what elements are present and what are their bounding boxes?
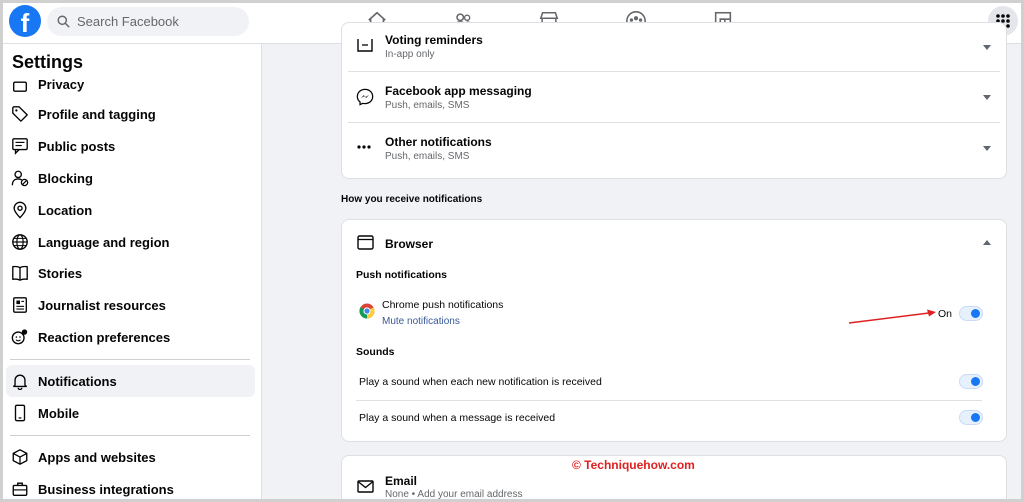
push-status-label: On xyxy=(938,308,953,320)
section-heading-receive: How you receive notifications xyxy=(341,194,483,205)
sidebar-item-apps-and-websites[interactable]: Apps and websites xyxy=(6,441,255,473)
email-subtitle: None • Add your email address xyxy=(385,489,523,500)
blocking-icon xyxy=(11,170,29,187)
sidebar-item-location[interactable]: Location xyxy=(6,194,255,226)
newspaper-icon xyxy=(13,297,27,313)
chevron-up-icon[interactable] xyxy=(983,240,991,245)
envelope-icon xyxy=(357,480,374,493)
sounds-heading: Sounds xyxy=(356,346,395,358)
sidebar-item-label: Apps and websites xyxy=(38,449,156,465)
settings-sidebar: Settings Privacy Profile and tagging Pub… xyxy=(0,44,262,502)
globe-icon xyxy=(12,234,28,250)
search-icon xyxy=(57,15,70,28)
business-icon xyxy=(12,482,28,496)
row-divider xyxy=(348,71,1000,72)
sidebar-item-label: Blocking xyxy=(38,170,93,186)
facebook-logo-icon[interactable]: f xyxy=(9,5,41,37)
sidebar-item-language-and-region[interactable]: Language and region xyxy=(6,226,255,258)
browser-card: Browser Push notifications Chrome push n… xyxy=(341,219,1007,442)
sidebar-item-stories[interactable]: Stories xyxy=(6,257,255,289)
sound-each-label: Play a sound when each new notification … xyxy=(359,376,602,388)
sidebar-item-label: Journalist resources xyxy=(38,297,166,313)
chevron-down-icon[interactable] xyxy=(983,45,991,50)
row-title-other-notifications: Other notifications xyxy=(385,135,492,149)
sidebar-item-label: Privacy xyxy=(38,76,85,92)
search-input[interactable] xyxy=(77,14,237,29)
watermark-text: © Techniquehow.com xyxy=(572,458,695,472)
sidebar-item-journalist-resources[interactable]: Journalist resources xyxy=(6,289,255,321)
sidebar-item-notifications[interactable]: Notifications xyxy=(6,365,255,397)
red-annotation-arrow xyxy=(848,309,936,324)
sidebar-item-privacy[interactable]: Privacy xyxy=(6,68,255,100)
sidebar-item-public-posts[interactable]: Public posts xyxy=(6,130,255,162)
sidebar-item-label: Public posts xyxy=(38,138,116,154)
sidebar-item-profile-and-tagging[interactable]: Profile and tagging xyxy=(6,98,255,130)
sidebar-item-label: Notifications xyxy=(38,373,117,389)
sidebar-item-label: Language and region xyxy=(38,234,170,250)
sound-message-toggle[interactable] xyxy=(959,410,983,425)
messenger-icon xyxy=(356,88,374,106)
reaction-icon xyxy=(11,329,28,345)
sidebar-item-label: Reaction preferences xyxy=(38,329,171,345)
browser-title: Browser xyxy=(385,237,434,251)
row-title-voting-reminders: Voting reminders xyxy=(385,33,483,47)
mute-notifications-link[interactable]: Mute notifications xyxy=(382,316,460,327)
row-subtitle: In-app only xyxy=(385,49,435,60)
public-posts-icon xyxy=(12,138,28,155)
tag-icon xyxy=(12,106,28,122)
sidebar-item-mobile[interactable]: Mobile xyxy=(6,397,255,429)
sidebar-item-label: Stories xyxy=(38,265,83,281)
chrome-push-label: Chrome push notifications xyxy=(382,299,504,311)
row-subtitle: Push, emails, SMS xyxy=(385,151,470,162)
sidebar-item-blocking[interactable]: Blocking xyxy=(6,162,255,194)
book-icon xyxy=(12,265,28,281)
sidebar-divider xyxy=(10,435,250,436)
phone-icon xyxy=(14,404,26,422)
sound-message-label: Play a sound when a message is received xyxy=(359,412,556,424)
search-box[interactable] xyxy=(47,7,249,36)
row-divider xyxy=(356,400,982,401)
cube-icon xyxy=(12,449,28,465)
lock-icon xyxy=(13,81,27,92)
browser-window-icon xyxy=(357,235,374,250)
row-title-facebook-app-messaging: Facebook app messaging xyxy=(385,84,532,98)
sidebar-item-label: Profile and tagging xyxy=(38,106,156,122)
bell-icon xyxy=(13,374,27,390)
more-dots-icon xyxy=(357,145,371,149)
sidebar-item-label: Mobile xyxy=(38,405,80,421)
chevron-down-icon[interactable] xyxy=(983,95,991,100)
ballot-box-icon xyxy=(357,39,373,52)
sound-each-toggle[interactable] xyxy=(959,374,983,389)
chrome-push-toggle[interactable] xyxy=(959,306,983,321)
sidebar-item-business-integrations[interactable]: Business integrations xyxy=(6,473,255,502)
notification-types-card: Voting reminders In-app only Facebook ap… xyxy=(341,22,1007,179)
sidebar-item-label: Business integrations xyxy=(38,481,174,497)
sidebar-item-reaction-preferences[interactable]: Reaction preferences xyxy=(6,321,255,353)
chrome-icon xyxy=(359,303,375,319)
row-subtitle: Push, emails, SMS xyxy=(385,100,470,111)
email-title: Email xyxy=(385,474,418,488)
row-divider xyxy=(348,122,1000,123)
location-pin-icon xyxy=(13,201,27,219)
push-notifications-heading: Push notifications xyxy=(356,269,448,281)
sidebar-item-label: Location xyxy=(38,202,93,218)
chevron-down-icon[interactable] xyxy=(983,146,991,151)
sidebar-divider xyxy=(10,359,250,360)
